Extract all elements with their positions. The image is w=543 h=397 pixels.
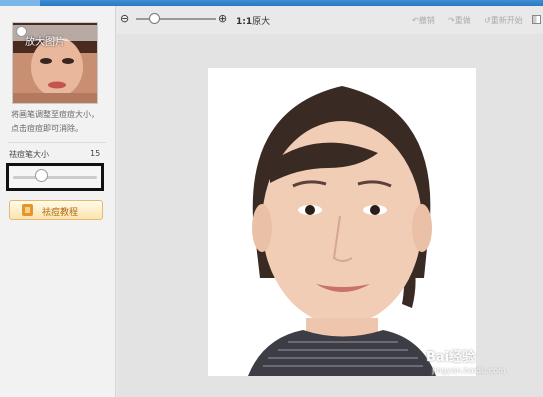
tutorial-button-label: 祛痘教程	[42, 208, 79, 218]
zoom-in-icon[interactable]: ⊕	[218, 12, 232, 26]
redo-icon: ↷	[448, 16, 455, 25]
hint-line: 将画笔调整至痘痘大小，	[11, 110, 99, 119]
zoom-out-icon[interactable]: ⊖	[120, 12, 134, 26]
portrait-image	[208, 68, 476, 376]
editing-canvas[interactable]	[117, 34, 543, 397]
zoom-slider-track[interactable]	[136, 18, 216, 20]
brush-size-value: 15	[90, 149, 101, 158]
compare-icon[interactable]	[532, 15, 541, 24]
thumbnail-label: 放大图片	[25, 37, 65, 48]
restart-icon: ↺	[484, 16, 491, 25]
brush-hint: 将画笔调整至痘痘大小， 点击痘痘即可消除。	[11, 108, 105, 136]
photo-editor-window: 放大图片 将画笔调整至痘痘大小， 点击痘痘即可消除。 祛痘笔大小 15 祛痘教程…	[0, 0, 543, 397]
restart-label: 重新开始	[490, 16, 523, 25]
actual-size-button[interactable]: 1:1原大	[236, 14, 270, 27]
book-icon	[22, 204, 33, 216]
undo-icon: ↶	[412, 16, 419, 25]
actual-size-label: 原大	[252, 17, 271, 27]
brush-size-label: 祛痘笔大小	[9, 150, 49, 159]
watermark-logo: Bai经验	[426, 350, 476, 365]
top-toolbar: ⊖ ⊕ 1:1原大 ↶撤销 ↷重做 ↺重新开始	[116, 6, 543, 34]
sidebar-divider	[8, 142, 106, 143]
restart-button[interactable]: ↺重新开始	[484, 15, 523, 26]
undo-button[interactable]: ↶撤销	[412, 15, 435, 26]
actual-size-ratio: 1:1	[236, 17, 253, 27]
watermark-url: jingyan.baidu.com	[432, 366, 506, 375]
hint-line: 点击痘痘即可消除。	[11, 124, 83, 133]
brush-size-slider[interactable]	[6, 163, 104, 191]
redo-button[interactable]: ↷重做	[448, 15, 471, 26]
brush-size-knob[interactable]	[35, 169, 48, 182]
portrait-photo[interactable]	[208, 68, 476, 376]
tutorial-button[interactable]: 祛痘教程	[9, 200, 103, 220]
undo-label: 撤销	[418, 16, 435, 25]
brush-size-track[interactable]	[13, 176, 97, 179]
thumbnail-preview[interactable]: 放大图片	[12, 22, 98, 104]
zoom-slider-knob[interactable]	[149, 13, 160, 24]
redo-label: 重做	[454, 16, 471, 25]
left-sidebar: 放大图片 将画笔调整至痘痘大小， 点击痘痘即可消除。 祛痘笔大小 15 祛痘教程	[0, 6, 116, 397]
